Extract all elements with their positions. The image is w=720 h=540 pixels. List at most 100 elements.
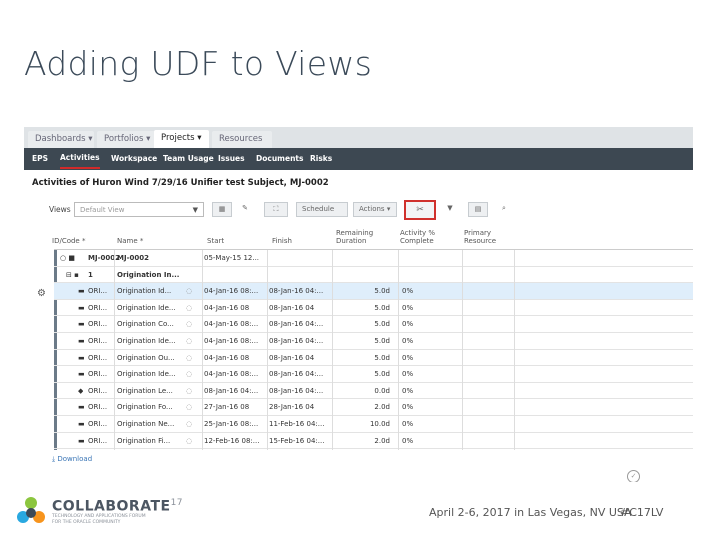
cell-remaining-duration: 0.0d xyxy=(374,386,390,395)
notes-icon[interactable]: ◌ xyxy=(186,433,192,449)
notes-icon[interactable]: ◌ xyxy=(186,350,192,366)
actions-button[interactable]: Actions ▾ xyxy=(353,202,397,217)
edit-icon: ✎ xyxy=(242,204,248,212)
table-row[interactable]: ▬ ORI... Origination Fo... 27-Jan-16 08 28-J… xyxy=(54,399,693,416)
cell-finish: 08-Jan-16 04:... xyxy=(269,337,324,345)
print-button[interactable]: ▤ xyxy=(468,202,488,217)
column-header-start[interactable]: Start xyxy=(207,237,224,245)
collaborate-logo xyxy=(14,494,48,528)
cell-name: Origination Ide... xyxy=(117,337,176,345)
cell-percent-complete: 0% xyxy=(402,403,414,412)
grid-view-button[interactable]: ▦ xyxy=(212,202,232,217)
cell-start: 04-Jan-16 08 xyxy=(204,303,250,312)
cell-percent-complete: 0% xyxy=(402,337,414,345)
cell-name: MJ-0002 xyxy=(117,254,149,262)
filter-button[interactable]: ▼ xyxy=(442,202,458,217)
column-header-finish[interactable]: Finish xyxy=(272,237,292,245)
download-link[interactable]: ⤓ Download xyxy=(52,455,92,464)
table-row[interactable]: ⊟ ▪ 1 Origination In... xyxy=(54,267,693,284)
table-row[interactable]: ▬ ORI... Origination Ide... 04-Jan-16 08:..… xyxy=(54,366,693,383)
print-icon: ▤ xyxy=(474,205,482,213)
nav-activities[interactable]: Activities xyxy=(60,148,100,169)
download-icon: ⤓ xyxy=(52,455,56,463)
notes-icon[interactable]: ◌ xyxy=(186,300,192,316)
gear-icon[interactable]: ⚙ xyxy=(37,288,46,299)
cell-name: Origination In... xyxy=(117,270,180,279)
schedule-button[interactable]: Schedule xyxy=(296,202,348,217)
edit-view-button[interactable]: ✎ xyxy=(236,202,254,217)
fullscreen-button[interactable]: ⛶ xyxy=(264,202,288,217)
grid-header: ID/Code * Name * Start Finish Remaining … xyxy=(24,227,693,249)
chevron-down-icon: ▾ xyxy=(88,134,93,144)
tab-projects[interactable]: Projects ▾ xyxy=(154,130,209,148)
cell-finish: 08-Jan-16 04:... xyxy=(269,320,324,329)
activity-icon: ▬ xyxy=(78,370,85,379)
table-row[interactable]: ◆ ORI... Origination Le... 08-Jan-16 04:...… xyxy=(54,383,693,400)
table-row[interactable]: ▬ ORI... Origination Co... 04-Jan-16 08:...… xyxy=(54,316,693,333)
filter-icon: ▼ xyxy=(447,204,453,212)
column-header-primary-resource[interactable]: Primary Resource xyxy=(464,229,510,245)
column-header-activity-complete[interactable]: Activity % Complete xyxy=(400,229,446,245)
tools-icon: ✂ xyxy=(416,205,424,215)
cell-id: ORI... xyxy=(88,320,108,329)
cell-start: 04-Jan-16 08 xyxy=(204,353,250,362)
cell-remaining-duration: 5.0d xyxy=(374,287,390,296)
toolbar: Views Default View ▼ ▦ ✎ ⛶ Schedule Actio… xyxy=(24,200,693,222)
notes-icon[interactable]: ◌ xyxy=(186,366,192,382)
nav-workspace[interactable]: Workspace xyxy=(111,148,157,170)
notes-icon[interactable]: ◌ xyxy=(186,383,192,399)
notes-icon[interactable]: ◌ xyxy=(186,416,192,432)
cell-id: ORI... xyxy=(88,337,108,345)
tab-portfolios[interactable]: Portfolios ▾ xyxy=(97,131,157,148)
view-select[interactable]: Default View ▼ xyxy=(74,202,204,217)
nav-eps[interactable]: EPS xyxy=(32,148,48,170)
tools-button[interactable]: ✂ xyxy=(404,200,436,220)
column-header-name[interactable]: Name * xyxy=(117,237,143,245)
activity-icon: ▬ xyxy=(78,436,85,445)
table-row[interactable]: ▬ ORI... Origination Ne... 25-Jan-16 08:...… xyxy=(54,416,693,433)
cell-percent-complete: 0% xyxy=(402,303,414,312)
cell-remaining-duration xyxy=(336,267,390,283)
column-divider xyxy=(514,250,515,450)
grid-icon: ▦ xyxy=(218,205,226,213)
table-row[interactable]: ○ ■ MJ-0002 MJ-0002 05-May-15 12... xyxy=(54,250,693,267)
cell-name: Origination Ide... xyxy=(117,303,176,312)
cell-name: Origination Co... xyxy=(117,320,174,329)
table-row[interactable]: ▬ ORI... Origination Ide... 04-Jan-16 08 08-… xyxy=(54,300,693,317)
table-row[interactable]: ▬ ORI... Origination Id... 04-Jan-16 08:...… xyxy=(54,283,693,300)
cell-finish: 08-Jan-16 04 xyxy=(269,303,315,312)
nav-risks[interactable]: Risks xyxy=(310,148,332,170)
nav-documents[interactable]: Documents xyxy=(256,148,303,170)
logo-tagline: TECHNOLOGY AND APPLICATIONS FORUM FOR THE… xyxy=(52,514,146,525)
notes-icon[interactable]: ◌ xyxy=(186,316,192,332)
cell-percent-complete: 0% xyxy=(402,420,414,428)
expand-icon: ⛶ xyxy=(273,205,279,213)
notes-icon[interactable]: ◌ xyxy=(186,399,192,415)
cell-remaining-duration: 10.0d xyxy=(369,420,390,428)
column-header-remaining-duration[interactable]: Remaining Duration xyxy=(336,229,386,245)
tab-resources[interactable]: Resources xyxy=(212,131,272,148)
cell-finish: 08-Jan-16 04:... xyxy=(269,287,324,296)
tab-dashboards[interactable]: Dashboards ▾ xyxy=(28,131,94,148)
top-tab-bar: Dashboards ▾ Portfolios ▾ Projects ▾ Res… xyxy=(24,127,693,148)
nav-team-usage[interactable]: Team Usage xyxy=(163,148,214,170)
table-row[interactable]: ▬ ORI... Origination Ou... 04-Jan-16 08 08-J… xyxy=(54,350,693,367)
chevron-down-icon: ▾ xyxy=(197,133,202,143)
view-select-value: Default View xyxy=(80,206,125,214)
nav-issues[interactable]: Issues xyxy=(218,148,245,170)
table-row[interactable]: ▬ ORI... Origination Ide... 04-Jan-16 08:..… xyxy=(54,333,693,350)
activity-icon: ▬ xyxy=(78,337,85,345)
cell-start: 08-Jan-16 04:... xyxy=(204,386,259,395)
cell-remaining-duration: 2.0d xyxy=(374,403,390,412)
column-header-id[interactable]: ID/Code * xyxy=(52,237,85,245)
help-icon[interactable]: ✓ xyxy=(627,470,640,482)
column-divider xyxy=(202,250,203,450)
search-button[interactable]: ⌕ xyxy=(496,202,512,217)
cell-remaining-duration: 5.0d xyxy=(374,370,390,379)
footer-date: April 2-6, 2017 in Las Vegas, NV USA xyxy=(429,506,632,519)
table-row[interactable]: ▬ ORI... Origination Fi... 12-Feb-16 08:...… xyxy=(54,433,693,450)
notes-icon[interactable]: ◌ xyxy=(186,283,192,299)
notes-icon[interactable]: ◌ xyxy=(186,333,192,349)
activity-icon: ▬ xyxy=(78,403,85,412)
cell-id: ORI... xyxy=(88,420,108,428)
